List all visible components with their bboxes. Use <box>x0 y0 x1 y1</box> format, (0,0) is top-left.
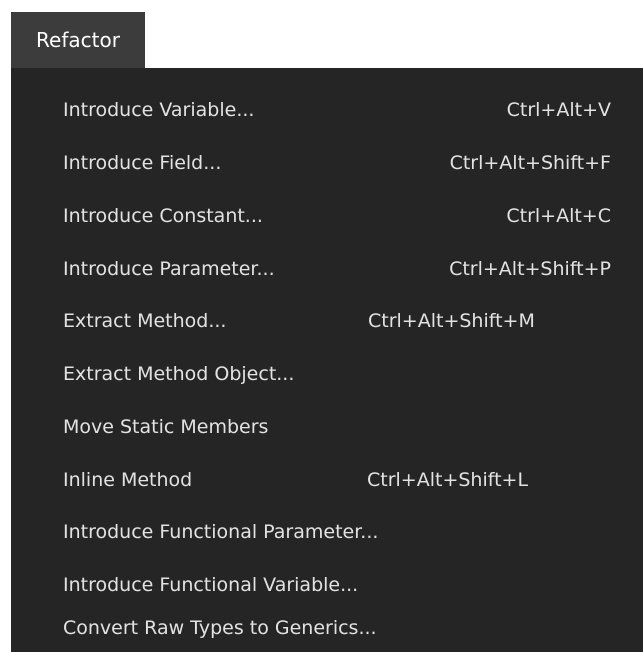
menu-item-label: Introduce Functional Parameter... <box>63 521 379 543</box>
menu-item-inline-method[interactable]: Inline Method Ctrl+Alt+Shift+L <box>63 460 611 500</box>
refactor-menu-dropdown: Introduce Variable... Ctrl+Alt+V Introdu… <box>11 68 643 652</box>
menu-item-introduce-field[interactable]: Introduce Field... Ctrl+Alt+Shift+F <box>63 143 611 183</box>
menu-item-shortcut: Ctrl+Alt+Shift+P <box>449 258 611 280</box>
menu-item-shortcut: Ctrl+Alt+Shift+L <box>367 469 529 491</box>
menu-item-introduce-functional-parameter[interactable]: Introduce Functional Parameter... <box>63 512 611 552</box>
menu-item-shortcut: Ctrl+Alt+C <box>506 205 611 227</box>
menu-item-extract-method-object[interactable]: Extract Method Object... <box>63 354 611 394</box>
menu-item-label: Introduce Functional Variable... <box>63 574 359 596</box>
menu-item-label: Inline Method <box>63 469 193 491</box>
menu-item-introduce-functional-variable[interactable]: Introduce Functional Variable... <box>63 565 611 605</box>
menu-item-label: Introduce Field... <box>63 152 222 174</box>
menu-item-extract-method[interactable]: Extract Method... Ctrl+Alt+Shift+M <box>63 301 611 341</box>
menu-item-label: Move Static Members <box>63 416 269 438</box>
menu-item-move-static-members[interactable]: Move Static Members <box>63 407 611 447</box>
menu-item-introduce-variable[interactable]: Introduce Variable... Ctrl+Alt+V <box>63 90 611 130</box>
menu-item-label: Extract Method... <box>63 310 227 332</box>
menu-item-shortcut: Ctrl+Alt+Shift+F <box>449 152 611 174</box>
menu-item-label: Extract Method Object... <box>63 363 295 385</box>
menu-item-label: Introduce Constant... <box>63 205 263 227</box>
menu-item-introduce-parameter[interactable]: Introduce Parameter... Ctrl+Alt+Shift+P <box>63 249 611 289</box>
menu-item-convert-raw-types-to-generics[interactable]: Convert Raw Types to Generics... <box>63 608 611 648</box>
menu-item-shortcut: Ctrl+Alt+V <box>506 99 611 121</box>
refactor-menu-tab[interactable]: Refactor <box>11 12 145 68</box>
menu-item-label: Introduce Variable... <box>63 99 255 121</box>
page: Refactor Introduce Variable... Ctrl+Alt+… <box>0 0 643 652</box>
menu-item-label: Convert Raw Types to Generics... <box>63 617 377 639</box>
menu-item-shortcut: Ctrl+Alt+Shift+M <box>368 310 535 332</box>
menu-item-introduce-constant[interactable]: Introduce Constant... Ctrl+Alt+C <box>63 196 611 236</box>
menu-item-label: Introduce Parameter... <box>63 258 275 280</box>
